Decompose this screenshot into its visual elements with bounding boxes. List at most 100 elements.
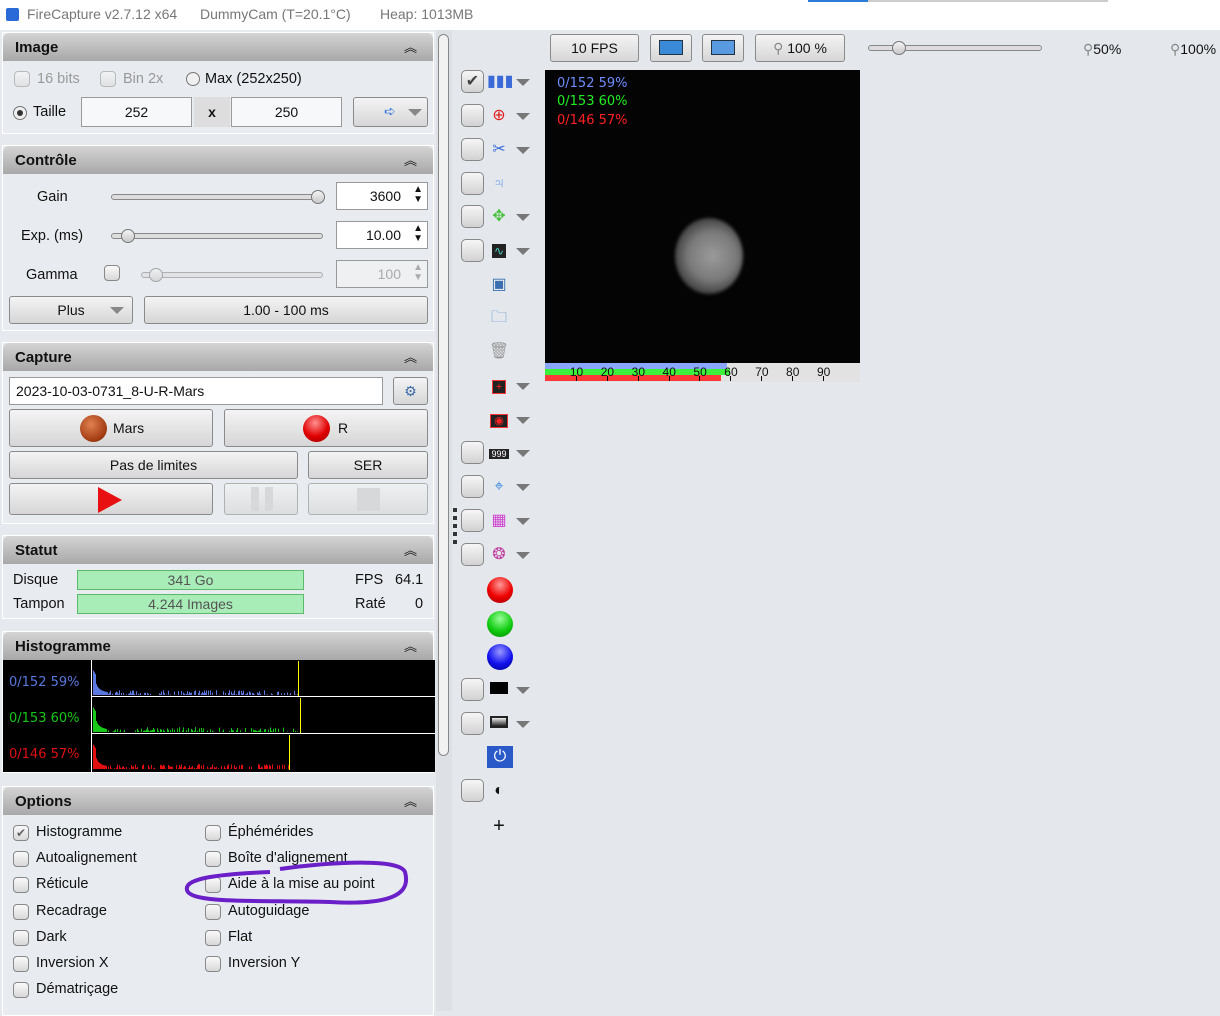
contrast-icon[interactable]: ◐ [487, 779, 511, 803]
alignment-toggle[interactable] [461, 205, 484, 228]
chevron-down-icon[interactable] [516, 687, 530, 694]
scrollbar-thumb[interactable] [438, 34, 449, 756]
exposure-spinner[interactable]: 10.00▲▼ [336, 221, 428, 249]
option-label[interactable]: Dématriçage [36, 981, 118, 997]
controle-panel-header[interactable]: Contrôle︽ [3, 146, 433, 174]
chevron-down-icon[interactable] [516, 417, 530, 424]
alignment-icon[interactable]: ✥ [487, 205, 511, 229]
camera-preview[interactable]: 0/152 59% 0/153 60% 0/146 57% [545, 70, 860, 363]
chevron-down-icon[interactable] [516, 518, 530, 525]
gain-slider[interactable] [111, 194, 325, 200]
zoom-50-link[interactable]: ⚲50% [1083, 41, 1121, 58]
option-checkbox[interactable]: ✔ [13, 825, 29, 841]
option-label[interactable]: Inversion X [36, 955, 109, 971]
width-input[interactable]: 252 [81, 97, 192, 127]
folder-settings-button[interactable]: ⚙ [393, 377, 428, 405]
fit-screen-button[interactable] [650, 34, 692, 62]
plus-dropdown[interactable]: Plus [9, 296, 133, 324]
trash-icon[interactable]: 🗑 [487, 340, 511, 364]
add-icon[interactable]: + [487, 814, 511, 838]
slider-knob[interactable] [149, 268, 163, 282]
gamma-slider[interactable] [141, 272, 323, 278]
option-checkbox[interactable] [13, 851, 29, 867]
collapse-icon[interactable]: ︽ [404, 37, 417, 56]
chevron-down-icon[interactable] [516, 248, 530, 255]
filter-button[interactable]: R [224, 409, 428, 447]
option-checkbox[interactable] [13, 877, 29, 893]
guide-target-toggle[interactable] [461, 475, 484, 498]
collapse-icon[interactable]: ︽ [404, 791, 417, 810]
dark-frame-icon[interactable] [487, 678, 511, 702]
16bits-checkbox[interactable] [14, 71, 30, 87]
gain-spinner[interactable]: 3600▲▼ [336, 182, 428, 210]
gamma-spinner[interactable]: 100▲▼ [336, 260, 428, 288]
rgb-balance-icon[interactable]: ❂ [487, 543, 511, 567]
option-label[interactable]: Inversion Y [228, 955, 300, 971]
reticle-icon[interactable]: ⊕ [487, 104, 511, 128]
collapse-icon[interactable]: ︽ [404, 347, 417, 366]
film-folder-icon[interactable]: ▣ [487, 273, 511, 297]
zoom-100-link[interactable]: ⚲100% [1170, 41, 1216, 58]
counter-icon[interactable]: 999 [487, 441, 511, 465]
focus-frame-icon[interactable]: + [487, 374, 511, 398]
chevron-down-icon[interactable] [516, 721, 530, 728]
display-settings-button[interactable] [702, 34, 744, 62]
crop-toggle[interactable] [461, 138, 484, 161]
option-checkbox[interactable] [13, 930, 29, 946]
stop-button[interactable] [308, 483, 428, 515]
spin-arrows-icon[interactable]: ▲▼ [413, 185, 423, 205]
reticle-toggle[interactable] [461, 104, 484, 127]
chevron-down-icon[interactable] [516, 450, 530, 457]
zoom-slider[interactable] [868, 45, 1042, 51]
histogram-panel-header[interactable]: Histogramme︽ [3, 632, 433, 660]
counter-toggle[interactable] [461, 441, 484, 464]
height-input[interactable]: 250 [231, 97, 342, 127]
histogram-toggle[interactable]: ✔ [461, 70, 484, 93]
max-radio[interactable] [186, 72, 200, 86]
slider-knob[interactable] [892, 41, 906, 55]
option-label[interactable]: Éphémérides [228, 824, 313, 840]
image-panel-header[interactable]: Image︽ [3, 33, 433, 61]
splitter-handle[interactable] [453, 508, 457, 548]
spin-arrows-icon[interactable]: ▲▼ [413, 224, 423, 244]
red-channel-icon[interactable] [487, 577, 511, 601]
taille-radio[interactable] [13, 106, 27, 120]
option-label[interactable]: Dark [36, 929, 67, 945]
exposure-slider[interactable] [111, 233, 323, 239]
pause-button[interactable] [224, 483, 298, 515]
histogram-icon[interactable]: ▮▮▮ [487, 70, 511, 94]
option-checkbox[interactable] [205, 825, 221, 841]
jupiter-toggle[interactable] [461, 172, 484, 195]
limit-button[interactable]: Pas de limites [9, 451, 298, 479]
chevron-down-icon[interactable] [516, 113, 530, 120]
option-checkbox[interactable] [13, 982, 29, 998]
left-scroll-track[interactable] [436, 30, 452, 1011]
slider-knob[interactable] [311, 190, 325, 204]
waveform-icon[interactable]: ∿ [487, 239, 511, 263]
object-button[interactable]: Mars [9, 409, 213, 447]
color-grid-icon[interactable]: ▦ [487, 509, 511, 533]
folder-icon[interactable]: 🗀 [487, 306, 511, 330]
flat-frame-toggle[interactable] [461, 712, 484, 735]
chevron-down-icon[interactable] [516, 383, 530, 390]
capture-panel-header[interactable]: Capture︽ [3, 343, 433, 371]
color-grid-toggle[interactable] [461, 509, 484, 532]
collapse-icon[interactable]: ︽ [404, 150, 417, 169]
format-button[interactable]: SER [308, 451, 428, 479]
gamma-checkbox[interactable] [104, 265, 120, 281]
option-label[interactable]: Recadrage [36, 903, 107, 919]
option-checkbox[interactable] [205, 956, 221, 972]
option-label[interactable]: Histogramme [36, 824, 122, 840]
focus-target-icon[interactable]: ◉ [487, 408, 511, 432]
zoom-button[interactable]: ⚲ 100 % [755, 34, 845, 62]
dark-frame-toggle[interactable] [461, 678, 484, 701]
collapse-icon[interactable]: ︽ [404, 636, 417, 655]
option-checkbox[interactable] [13, 904, 29, 920]
option-checkbox[interactable] [13, 956, 29, 972]
options-panel-header[interactable]: Options︽ [3, 787, 433, 815]
contrast-toggle[interactable] [461, 779, 484, 802]
collapse-icon[interactable]: ︽ [404, 540, 417, 559]
option-label[interactable]: Flat [228, 929, 252, 945]
crop-icon[interactable]: ✂ [487, 138, 511, 162]
waveform-toggle[interactable] [461, 239, 484, 262]
